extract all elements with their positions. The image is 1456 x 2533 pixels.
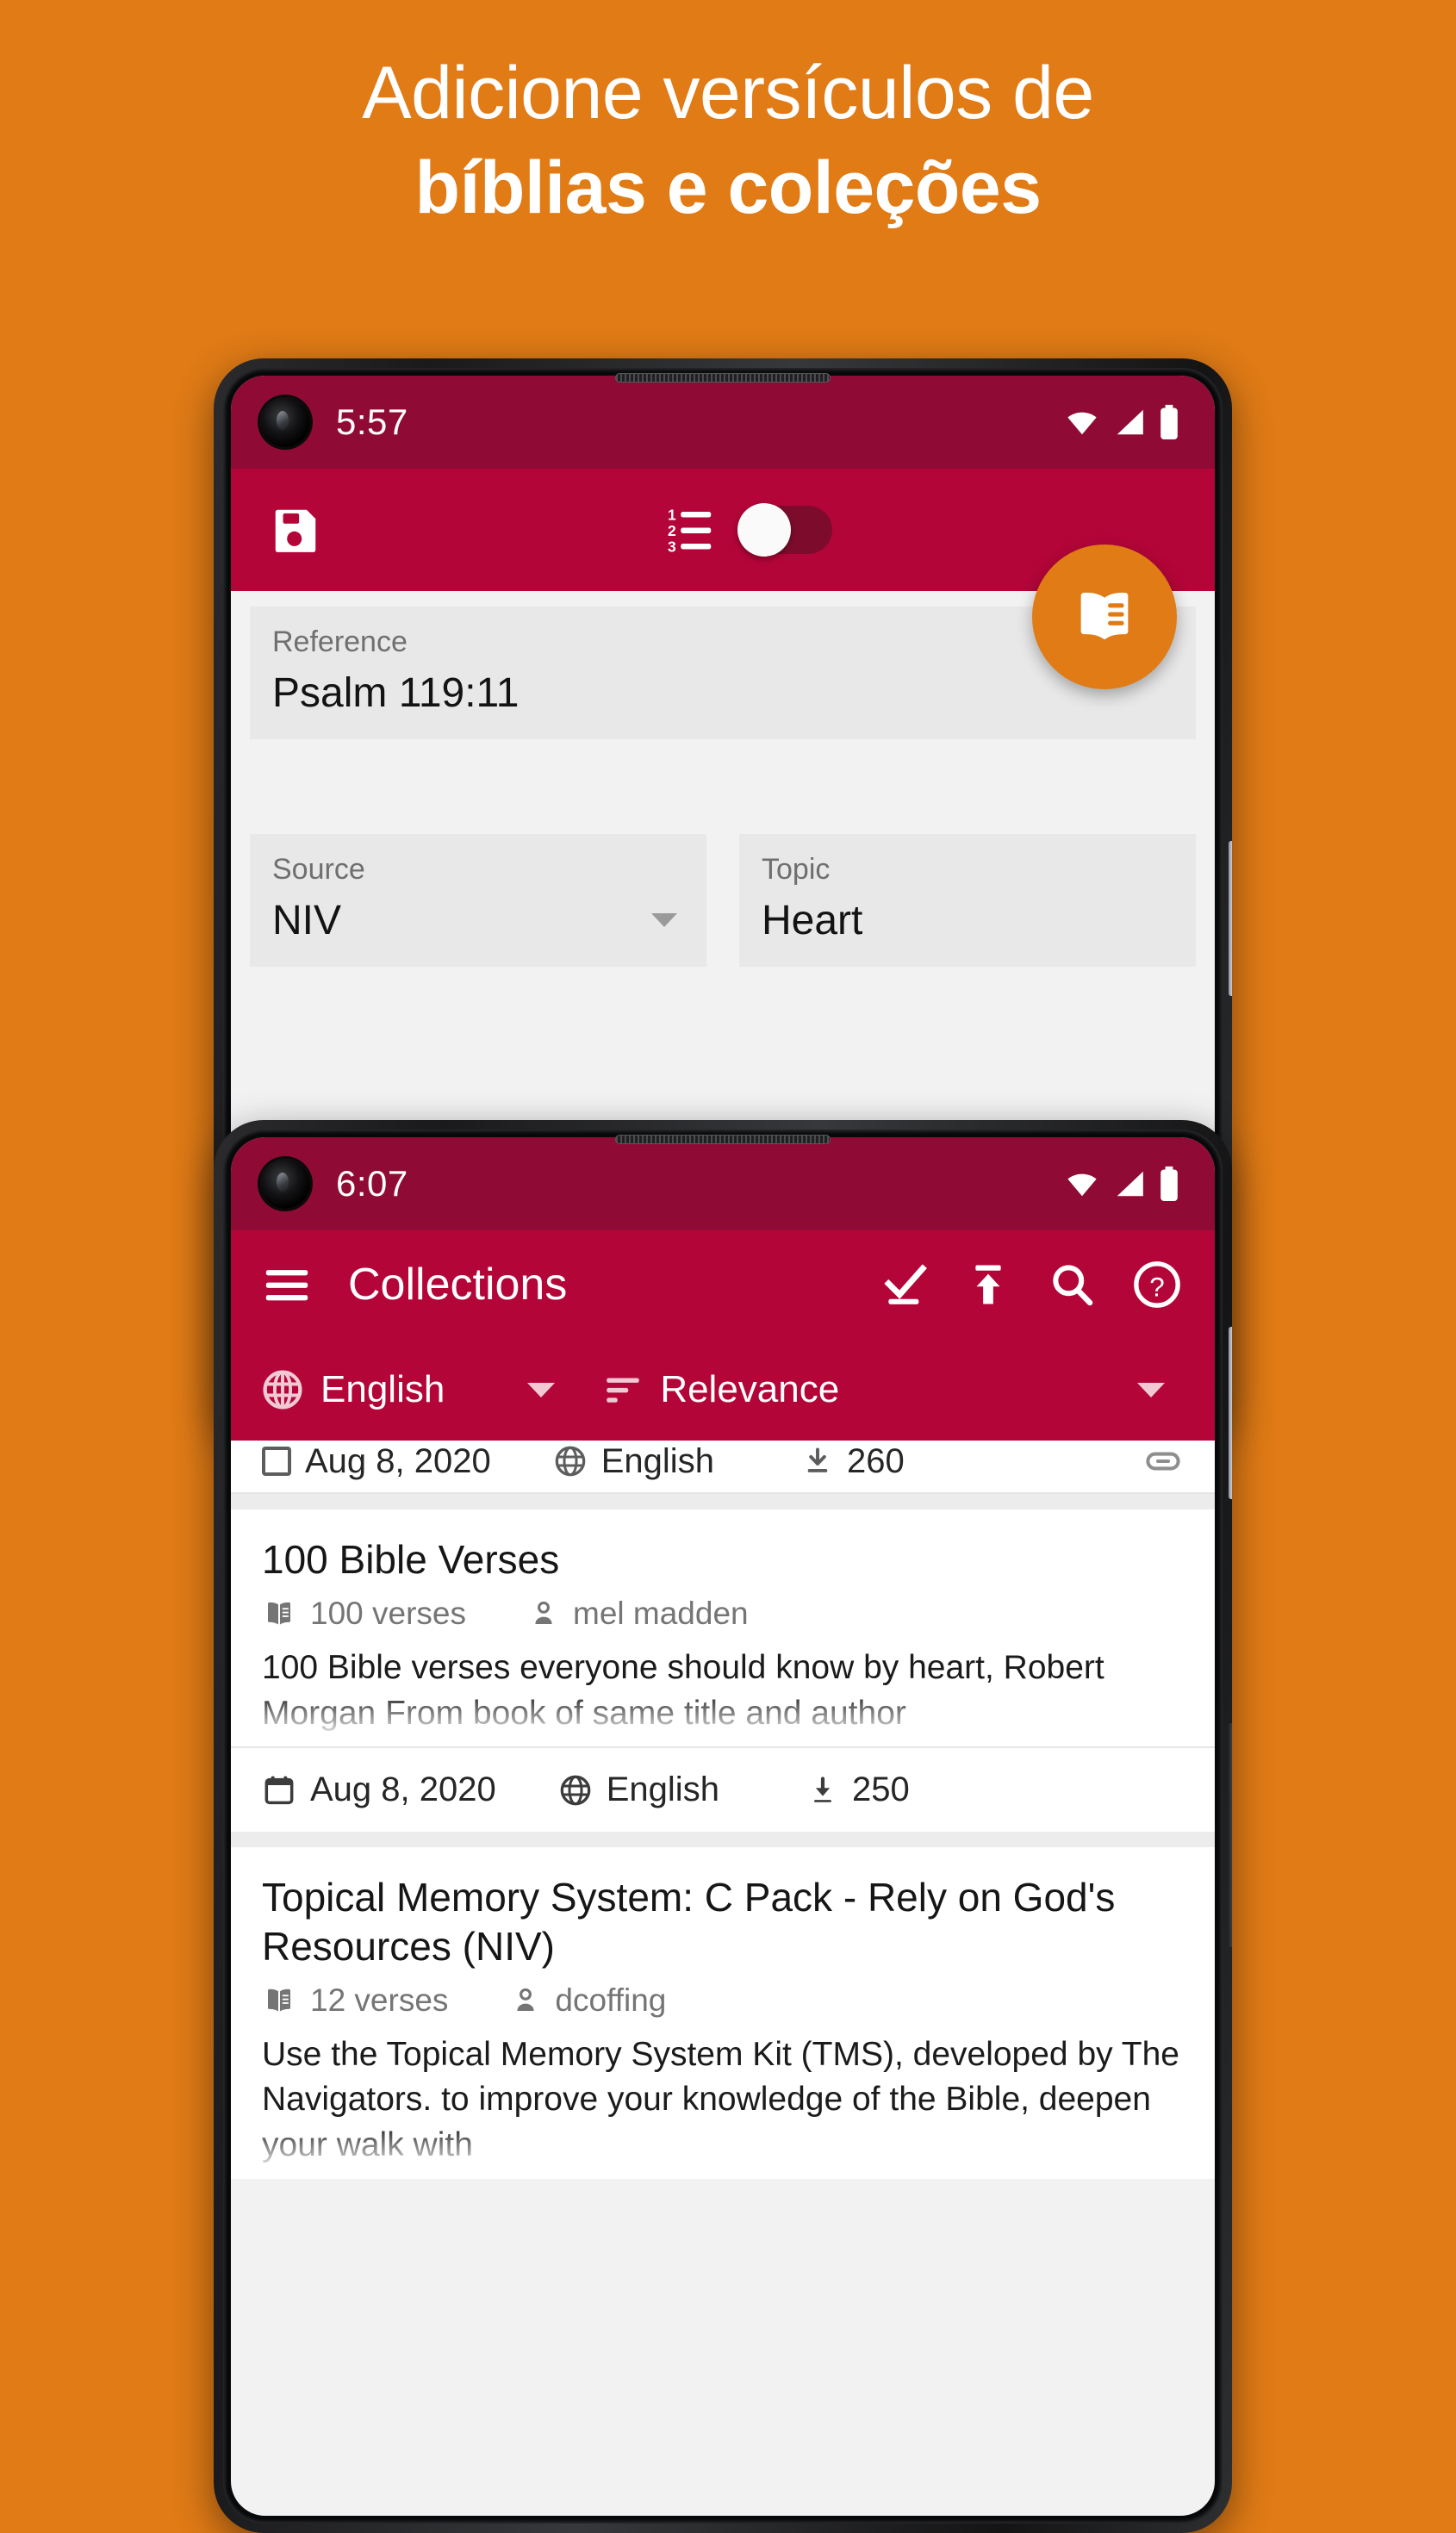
collection-author: dcoffing <box>555 1982 667 2018</box>
download-icon <box>802 1444 833 1478</box>
app-bar-actions: ? <box>880 1260 1182 1310</box>
person-icon <box>528 1596 559 1631</box>
cell-signal-icon <box>1111 406 1148 439</box>
volume-button-top[interactable] <box>1229 841 1232 996</box>
sort-filter-value: Relevance <box>660 1368 840 1410</box>
collection-meta: 12 verses dcoffing <box>262 1982 1184 2019</box>
partial-downloads: 260 <box>846 1441 905 1480</box>
front-camera-icon <box>260 1159 310 1209</box>
app-bar-collections: Collections ? English Relevance <box>231 1230 1215 1441</box>
save-floppy-icon[interactable] <box>269 503 322 557</box>
list-mode-toggle[interactable] <box>737 503 832 557</box>
language-filter[interactable]: English <box>260 1367 445 1412</box>
filter-bar: English Relevance <box>231 1339 1215 1441</box>
source-field[interactable]: Source NIV <box>250 834 706 967</box>
topic-label: Topic <box>762 853 831 886</box>
link-icon[interactable] <box>1142 1442 1184 1480</box>
phone-bezel-bottom: 6:07 Collections ? English Relevance Aug… <box>223 1130 1223 2524</box>
status-bar-bottom: 6:07 <box>231 1137 1215 1230</box>
book-icon <box>262 1983 296 2018</box>
headline-line-1: Adicione versículos de <box>362 52 1094 134</box>
sort-filter[interactable]: Relevance <box>601 1368 839 1411</box>
collection-language: English <box>606 1771 719 1809</box>
help-icon[interactable]: ? <box>1132 1260 1182 1310</box>
open-book-icon <box>1069 582 1140 652</box>
globe-icon <box>260 1367 305 1412</box>
sort-caret-icon[interactable] <box>1137 1382 1165 1397</box>
sort-icon <box>601 1368 644 1411</box>
collection-date: Aug 8, 2020 <box>310 1771 496 1809</box>
partial-language: English <box>600 1441 714 1480</box>
collection-description: Use the Topical Memory System Kit (TMS),… <box>262 2032 1184 2169</box>
source-label: Source <box>272 853 365 886</box>
description-fade <box>262 1691 1184 1737</box>
promo-headline: Adicione versículos de bíblias e coleçõe… <box>0 52 1456 230</box>
status-icons-group <box>1063 404 1180 440</box>
status-bar-top: 5:57 <box>231 376 1215 469</box>
collection-footer: Aug 8, 2020 English 250 <box>231 1746 1215 1832</box>
select-check-icon[interactable] <box>880 1260 929 1309</box>
collection-title: 100 Bible Verses <box>262 1537 560 1582</box>
collection-description: 100 Bible verses everyone should know by… <box>262 1646 1184 1737</box>
status-time: 5:57 <box>336 401 408 442</box>
collection-card[interactable]: 100 Bible Verses 100 verses mel madden 1… <box>231 1509 1215 1833</box>
partial-date: Aug 8, 2020 <box>305 1441 491 1480</box>
svg-text:3: 3 <box>668 538 676 556</box>
verse-count: 12 verses <box>310 1982 449 2018</box>
topic-field[interactable]: Topic Heart <box>739 834 1196 967</box>
volume-button-bottom[interactable] <box>1229 1327 1232 1499</box>
language-caret-icon[interactable] <box>527 1382 556 1397</box>
reference-value: Psalm 119:11 <box>272 670 520 716</box>
front-camera-icon <box>260 397 310 447</box>
headline-line-2: bíblias e coleções <box>414 146 1042 230</box>
earpiece-speaker-top <box>615 373 831 383</box>
hamburger-menu-icon[interactable] <box>262 1260 312 1310</box>
power-button-bottom[interactable] <box>1229 1723 1232 1947</box>
download-icon <box>807 1773 838 1808</box>
collection-title: Topical Memory System: C Pack - Rely on … <box>262 1875 1116 1969</box>
cell-signal-icon <box>1111 1167 1148 1200</box>
topic-value: Heart <box>762 898 863 943</box>
collection-card[interactable]: Topical Memory System: C Pack - Rely on … <box>231 1847 1215 2179</box>
calendar-icon <box>262 1773 296 1808</box>
phone-screen-bottom: 6:07 Collections ? English Relevance Aug… <box>231 1137 1215 2516</box>
verse-count: 100 verses <box>310 1596 466 1632</box>
app-bar-editor: 1 2 3 <box>231 469 1215 689</box>
collections-list[interactable]: Aug 8, 2020 English 260 100 Bible Verses… <box>231 1441 1215 2179</box>
language-filter-value: English <box>320 1368 445 1410</box>
chevron-down-icon[interactable] <box>651 913 677 927</box>
book-icon <box>262 1596 296 1631</box>
person-icon <box>510 1983 541 2018</box>
source-value: NIV <box>272 898 342 943</box>
description-fade <box>262 2123 1184 2169</box>
svg-text:1: 1 <box>668 507 676 524</box>
earpiece-speaker-bottom <box>615 1135 831 1144</box>
wifi-icon <box>1063 406 1101 439</box>
upload-icon[interactable] <box>965 1260 1011 1309</box>
page-title: Collections <box>348 1260 568 1310</box>
phone-mockup-bottom: 6:07 Collections ? English Relevance Aug… <box>214 1120 1232 2533</box>
open-bible-fab[interactable] <box>1032 545 1177 689</box>
collection-meta: 100 verses mel madden <box>262 1596 1184 1632</box>
numbered-list-icon[interactable]: 1 2 3 <box>667 504 719 556</box>
svg-text:?: ? <box>1149 1273 1164 1303</box>
svg-text:2: 2 <box>668 522 676 539</box>
battery-icon <box>1158 404 1180 440</box>
toggle-knob <box>737 503 791 557</box>
globe-icon <box>558 1773 593 1808</box>
search-icon[interactable] <box>1048 1260 1096 1309</box>
status-icons-group <box>1063 1166 1180 1202</box>
source-topic-row: Source NIV Topic Heart <box>250 834 1196 967</box>
collection-author: mel madden <box>573 1596 749 1632</box>
status-time: 6:07 <box>336 1163 408 1204</box>
globe-icon <box>553 1444 588 1478</box>
list-item-partial[interactable]: Aug 8, 2020 English 260 <box>231 1441 1215 1494</box>
battery-icon <box>1158 1166 1180 1202</box>
select-checkbox[interactable] <box>262 1447 291 1476</box>
wifi-icon <box>1063 1167 1101 1200</box>
collection-downloads: 250 <box>851 1771 910 1809</box>
